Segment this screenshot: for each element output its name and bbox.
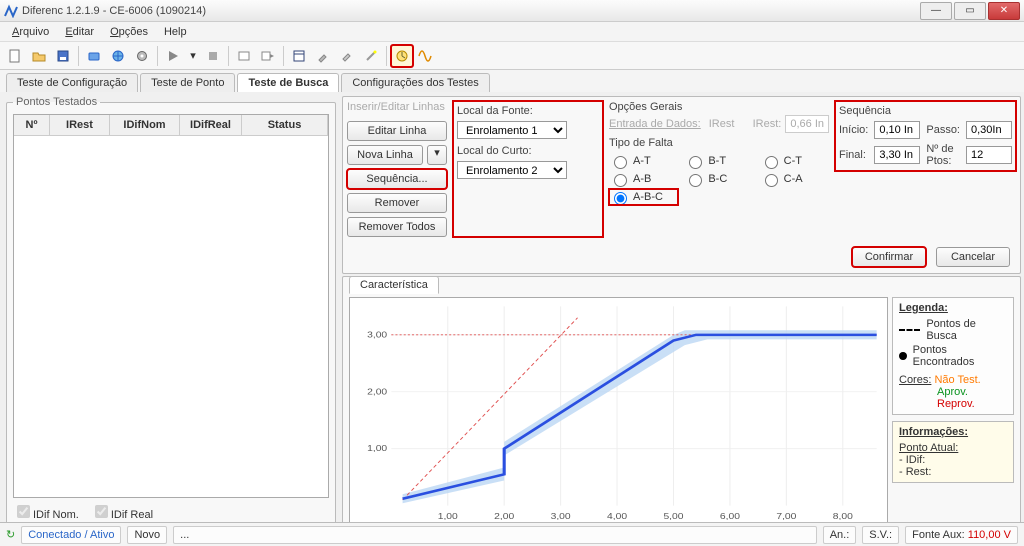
- opcoes-label: Opções Gerais: [609, 101, 682, 113]
- nptos-lbl: Nº de Ptos:: [926, 143, 960, 167]
- remover-button[interactable]: Remover: [347, 193, 447, 213]
- confirmar-button[interactable]: Confirmar: [852, 247, 926, 267]
- local-curto-label: Local do Curto:: [457, 145, 532, 157]
- passo-lbl: Passo:: [926, 124, 960, 136]
- wave-icon[interactable]: [415, 45, 437, 67]
- col-irest: IRest: [50, 115, 110, 136]
- close-button[interactable]: ✕: [988, 2, 1020, 20]
- menu-editar[interactable]: Editar: [59, 24, 100, 40]
- status-novo: Novo: [127, 526, 167, 544]
- irest-lbl: IRest:: [753, 118, 782, 130]
- dash-icon: [899, 329, 920, 331]
- minimize-button[interactable]: —: [920, 2, 952, 20]
- falta-at[interactable]: A-T: [609, 153, 678, 169]
- tipo-falta-label: Tipo de Falta: [609, 137, 829, 149]
- svg-text:7,00: 7,00: [776, 511, 796, 521]
- svg-text:1,00: 1,00: [367, 443, 387, 453]
- new-icon[interactable]: [4, 45, 26, 67]
- recplay-icon[interactable]: [257, 45, 279, 67]
- local-curto-select[interactable]: Enrolamento 2: [457, 161, 567, 179]
- svg-text:8,00: 8,00: [833, 511, 853, 521]
- remover-todos-button[interactable]: Remover Todos: [347, 217, 447, 237]
- falta-ab[interactable]: A-B: [609, 171, 678, 187]
- cancelar-button[interactable]: Cancelar: [936, 247, 1010, 267]
- chk-idifreal[interactable]: IDif Real: [91, 502, 153, 521]
- local-fonte-select[interactable]: Enrolamento 1: [457, 121, 567, 139]
- col-n: Nº: [14, 115, 50, 136]
- nptos-input[interactable]: [966, 146, 1012, 164]
- tab-config[interactable]: Teste de Configuração: [6, 73, 138, 92]
- tested-group-label: Pontos Testados: [13, 96, 100, 108]
- falta-ct[interactable]: C-T: [760, 153, 829, 169]
- inicio-lbl: Início:: [839, 124, 868, 136]
- play-icon[interactable]: [162, 45, 184, 67]
- menu-help[interactable]: Help: [158, 24, 193, 40]
- svg-text:2,00: 2,00: [494, 511, 514, 521]
- app-icon: [4, 4, 18, 18]
- svg-text:3,00: 3,00: [551, 511, 571, 521]
- svg-text:5,00: 5,00: [663, 511, 683, 521]
- chk-idifnom[interactable]: IDif Nom.: [13, 502, 79, 521]
- tested-grid: Nº IRest IDifNom IDifReal Status: [13, 114, 329, 498]
- stop-icon[interactable]: [202, 45, 224, 67]
- refresh-icon[interactable]: ↻: [6, 528, 15, 541]
- editar-linha-button[interactable]: Editar Linha: [347, 121, 447, 141]
- save-icon[interactable]: [52, 45, 74, 67]
- tab-busca[interactable]: Teste de Busca: [237, 73, 339, 92]
- record-icon[interactable]: [233, 45, 255, 67]
- open-icon[interactable]: [28, 45, 50, 67]
- hardware-icon[interactable]: [83, 45, 105, 67]
- entrada-val: IRest: [709, 118, 735, 130]
- svg-text:2,00: 2,00: [367, 386, 387, 396]
- sequencia-button[interactable]: Sequência...: [347, 169, 447, 189]
- col-idifnom: IDifNom: [110, 115, 180, 136]
- menu-arquivo[interactable]: Arquivo: [6, 24, 55, 40]
- maximize-button[interactable]: ▭: [954, 2, 986, 20]
- final-lbl: Final:: [839, 149, 868, 161]
- status-an: An.:: [823, 526, 857, 544]
- window-title: Diferenc 1.2.1.9 - CE-6006 (1090214): [22, 5, 920, 17]
- seq-title: Sequência: [839, 105, 1012, 117]
- legend-card: Legenda: Pontos de Busca Pontos Encontra…: [892, 297, 1014, 415]
- entrada-label: Entrada de Dados:: [609, 118, 701, 130]
- info-card: Informações: Ponto Atual: - IDif: - Rest…: [892, 421, 1014, 483]
- status-sv: S.V.:: [862, 526, 899, 544]
- tab-conftestes[interactable]: Configurações dos Testes: [341, 73, 489, 92]
- local-fonte-label: Local da Fonte:: [457, 105, 533, 117]
- paint-icon[interactable]: [336, 45, 358, 67]
- falta-abc[interactable]: A-B-C: [609, 189, 678, 205]
- svg-text:3,00: 3,00: [367, 329, 387, 339]
- nova-linha-dropdown[interactable]: ▾: [427, 145, 447, 165]
- inicio-input[interactable]: [874, 121, 920, 139]
- tab-ponto[interactable]: Teste de Ponto: [140, 73, 235, 92]
- falta-ca[interactable]: C-A: [760, 171, 829, 187]
- play-dropdown-icon[interactable]: ▾: [186, 45, 200, 67]
- status-dots: ...: [173, 526, 817, 544]
- tab-caracteristica[interactable]: Característica: [349, 276, 439, 294]
- pane-icon[interactable]: [288, 45, 310, 67]
- gear-icon[interactable]: [131, 45, 153, 67]
- dot-icon: [899, 352, 907, 360]
- falta-bt[interactable]: B-T: [684, 153, 753, 169]
- menu-opcoes[interactable]: Opções: [104, 24, 154, 40]
- wand-icon[interactable]: [360, 45, 382, 67]
- status-fonte: Fonte Aux: 110,00 V: [905, 526, 1018, 544]
- svg-text:6,00: 6,00: [720, 511, 740, 521]
- chart: 1,00 2,00 3,00 4,00 5,00 6,00 7,00 8,00 1,00 2,00…: [350, 298, 887, 524]
- svg-text:4,00: 4,00: [607, 511, 627, 521]
- svg-text:1,00: 1,00: [438, 511, 458, 521]
- col-idifreal: IDifReal: [180, 115, 242, 136]
- falta-bc[interactable]: B-C: [684, 171, 753, 187]
- clock-icon[interactable]: [391, 45, 413, 67]
- globe-icon[interactable]: [107, 45, 129, 67]
- col-status: Status: [242, 115, 328, 136]
- brush-icon[interactable]: [312, 45, 334, 67]
- irest-val: 0,66 In: [785, 115, 829, 133]
- status-connection: Conectado / Ativo: [21, 526, 121, 544]
- inserir-label: Inserir/Editar Linhas: [347, 101, 447, 113]
- final-input[interactable]: [874, 146, 920, 164]
- nova-linha-button[interactable]: Nova Linha: [347, 145, 423, 165]
- passo-input[interactable]: [966, 121, 1012, 139]
